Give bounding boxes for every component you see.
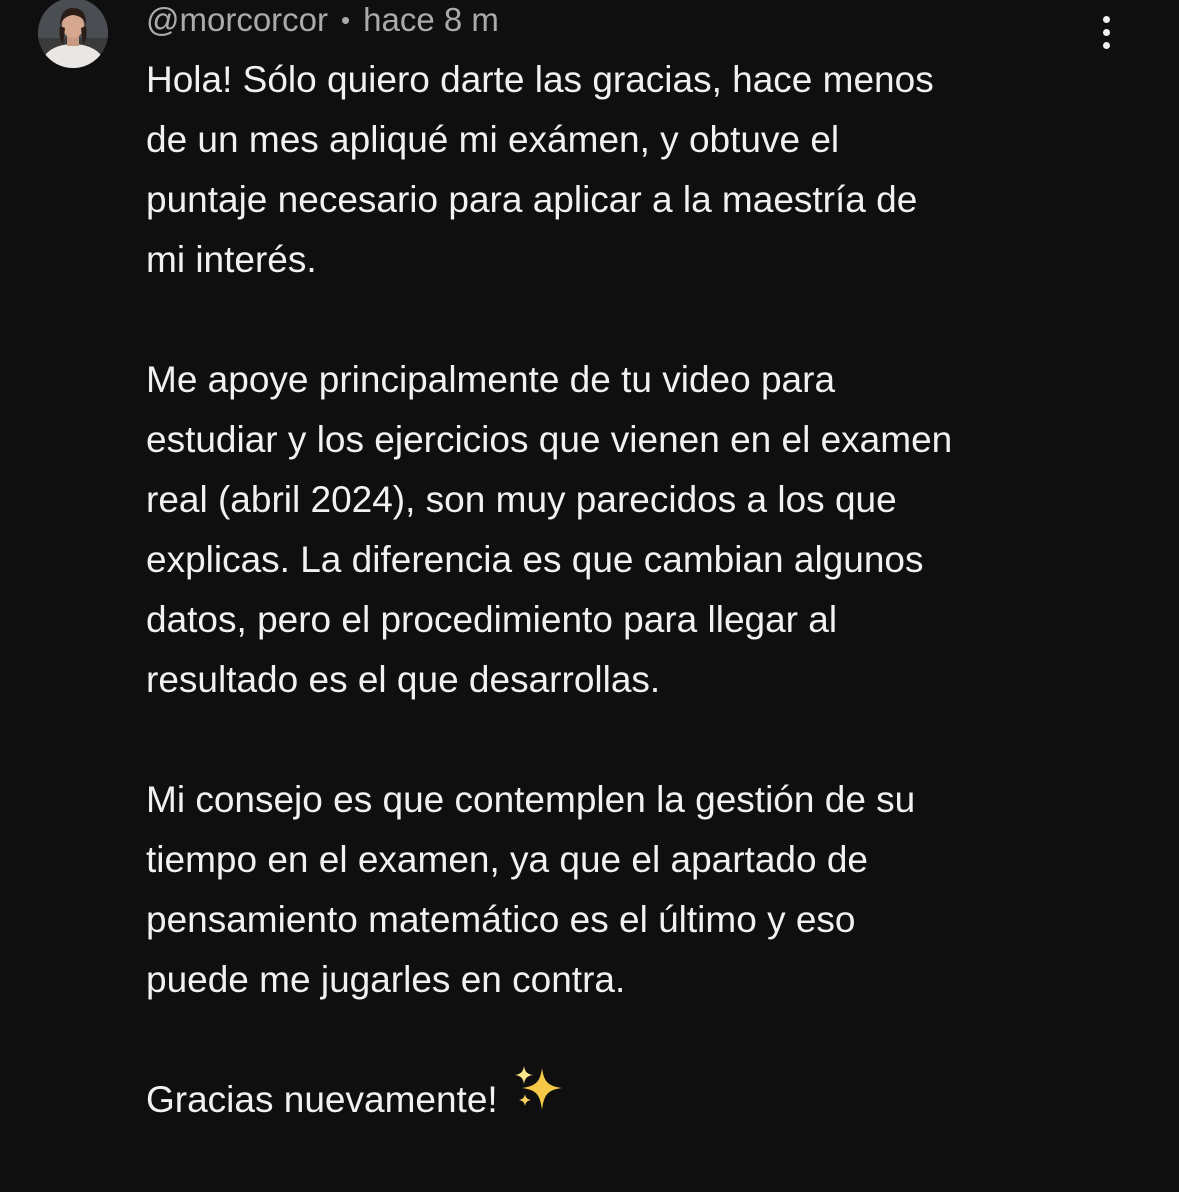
text-line: puntaje necesario para aplicar a la maes… (146, 179, 918, 220)
menu-dot (1102, 28, 1110, 36)
comment-text: Hola! Sólo quiero darte las gracias, hac… (146, 50, 1146, 1192)
text-line: resultado es el que desarrollas. (146, 659, 661, 700)
text-line: de un mes apliqué mi exámen, y obtuve el (146, 119, 840, 160)
comment-header: @morcorcor • hace 8 m (146, 0, 499, 42)
closing-text: Gracias nuevamente! (146, 1079, 498, 1120)
text-line: explicas. La diferencia es que cambian a… (146, 539, 924, 580)
sparkles-emoji-icon (512, 1064, 564, 1132)
avatar-photo-icon (38, 0, 108, 68)
text-line: Me apoye principalmente de tu video para (146, 359, 836, 400)
text-line: Gracias nuevamente! (146, 1066, 1146, 1132)
comment-thread: @morcorcor • hace 8 m Hola! Sólo quiero … (0, 0, 1179, 1143)
text-line: real (abril 2024), son muy parecidos a l… (146, 479, 897, 520)
comment-paragraph: Hola! Sólo quiero darte las gracias, hac… (146, 50, 1146, 290)
text-line: Hola! Sólo quiero darte las gracias, hac… (146, 59, 934, 100)
menu-dot (1102, 41, 1110, 49)
timestamp[interactable]: hace 8 m (363, 1, 499, 39)
more-vert-icon[interactable] (1086, 10, 1126, 54)
author-handle[interactable]: @morcorcor (146, 1, 328, 39)
comment-paragraph: Me apoye principalmente de tu video para… (146, 350, 1146, 710)
avatar[interactable] (38, 0, 108, 68)
text-line: mi interés. (146, 239, 317, 280)
text-line: Mi consejo es que contemplen la gestión … (146, 779, 916, 820)
text-line: estudiar y los ejercicios que vienen en … (146, 419, 953, 460)
text-line: datos, pero el procedimiento para llegar… (146, 599, 838, 640)
menu-dot (1102, 15, 1110, 23)
text-line: puede me jugarles en contra. (146, 959, 626, 1000)
text-line: tiempo en el examen, ya que el apartado … (146, 839, 868, 880)
separator-dot: • (341, 4, 351, 35)
comment-paragraph: Gracias nuevamente! (146, 1066, 1146, 1132)
comment-paragraph: Mi consejo es que contemplen la gestión … (146, 770, 1146, 1010)
text-line: pensamiento matemático es el último y es… (146, 899, 856, 940)
